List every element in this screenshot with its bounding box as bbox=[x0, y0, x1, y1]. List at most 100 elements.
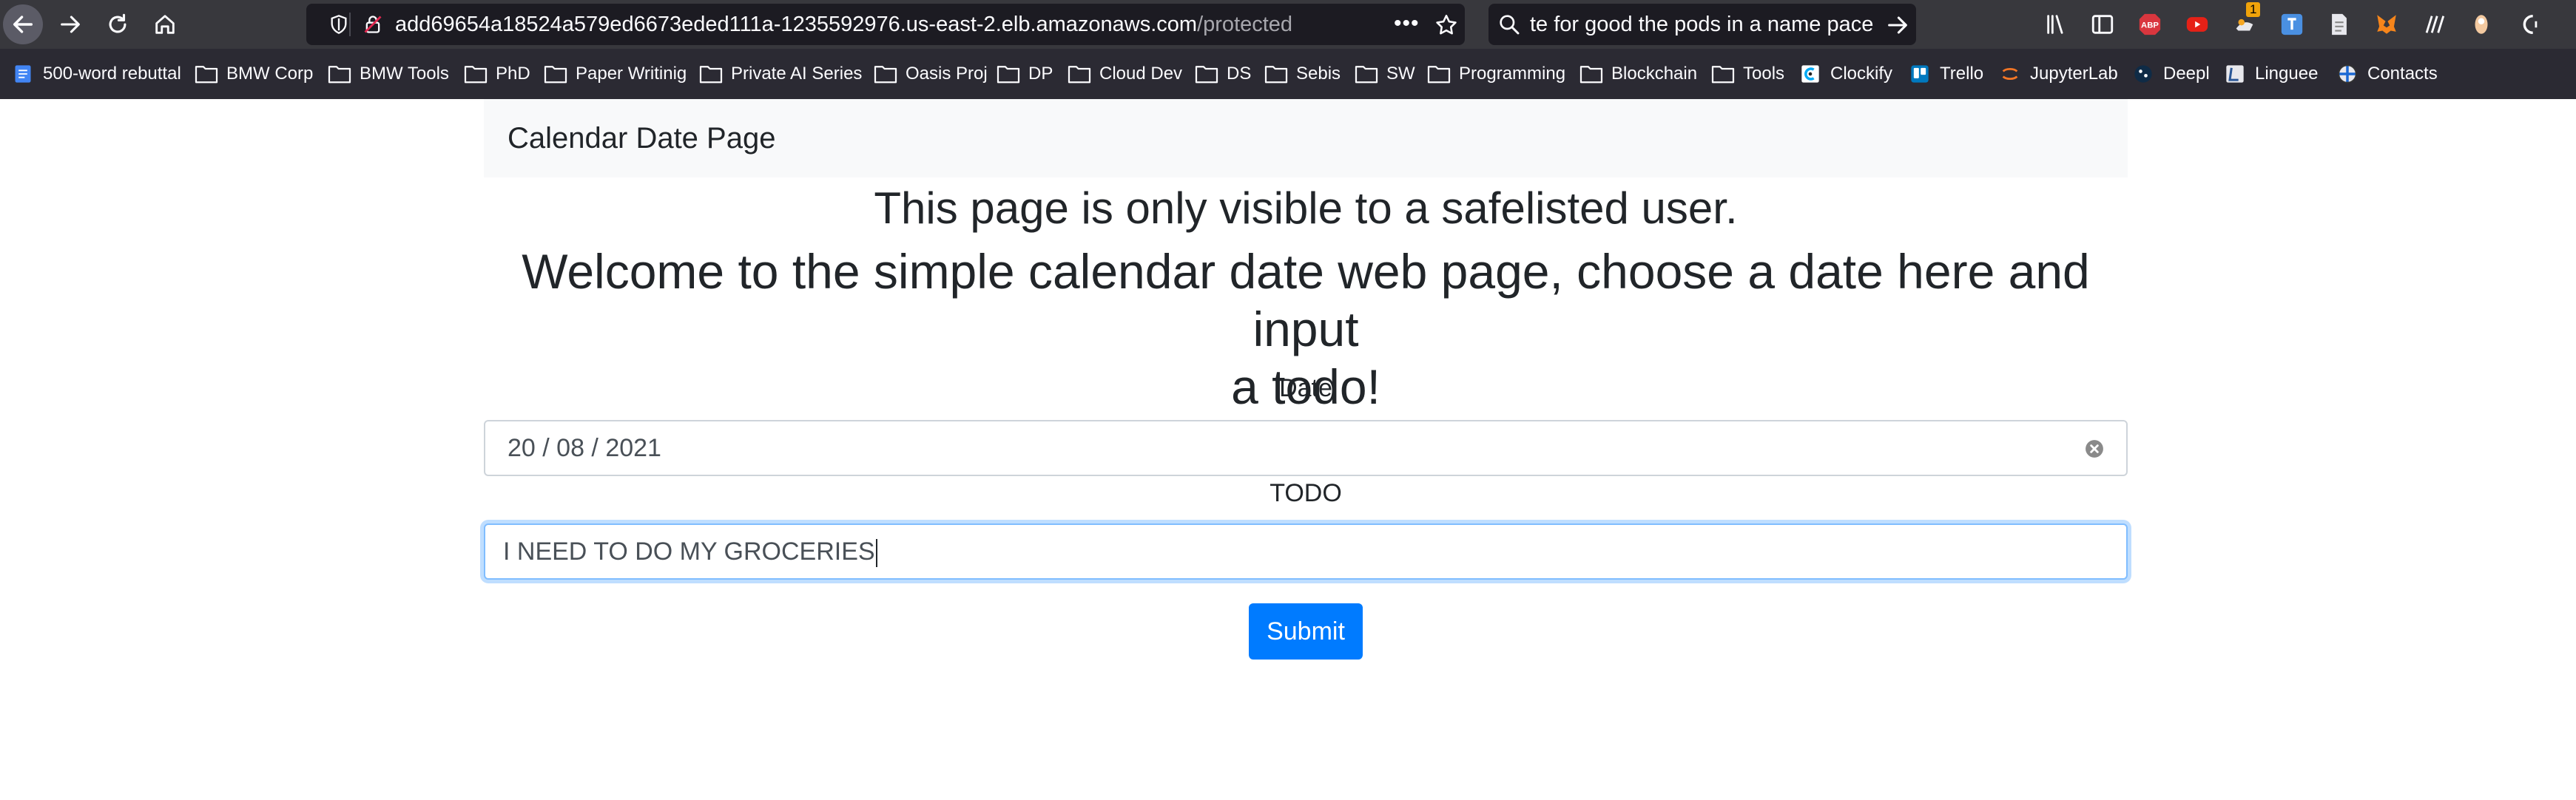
bookmark-folder[interactable]: Blockchain bbox=[1579, 49, 1697, 99]
search-text[interactable]: te for good the pods in a name pace bbox=[1530, 4, 1885, 45]
search-go-arrow-icon[interactable] bbox=[1885, 13, 1910, 38]
home-icon bbox=[155, 15, 175, 34]
date-input[interactable]: 20 / 08 / 2021 bbox=[484, 420, 2128, 476]
bookmark-label: Linguee bbox=[2255, 64, 2319, 84]
svg-text:ABP: ABP bbox=[2141, 21, 2159, 30]
deepl-icon bbox=[2134, 65, 2152, 83]
trello-icon bbox=[1911, 65, 1929, 83]
insecure-lock-icon[interactable] bbox=[363, 14, 383, 35]
folder-icon bbox=[1711, 66, 1735, 84]
todo-value: I NEED TO DO MY GROCERIES bbox=[503, 538, 875, 566]
submit-button[interactable]: Submit bbox=[1249, 603, 1363, 660]
welcome-line-1: Welcome to the simple calendar date web … bbox=[522, 244, 2090, 356]
folder-icon bbox=[997, 66, 1020, 84]
bookmark-label: Blockchain bbox=[1611, 64, 1698, 84]
folder-icon bbox=[874, 66, 897, 84]
jupyter-icon bbox=[2002, 67, 2018, 81]
bookmark-item[interactable]: Clockify bbox=[1798, 49, 1892, 99]
bookmark-label: Programming bbox=[1459, 64, 1566, 84]
bookmark-folder[interactable]: Sebis bbox=[1264, 49, 1341, 99]
bookmark-label: 500-word rebuttal bbox=[43, 64, 181, 84]
forward-button[interactable] bbox=[50, 4, 90, 44]
bookmark-label: JupyterLab bbox=[2030, 64, 2118, 84]
docs-icon bbox=[15, 65, 31, 83]
bookmark-item[interactable]: 500-word rebuttal bbox=[10, 49, 181, 99]
clockify-icon bbox=[1801, 65, 1819, 83]
zotero-icon[interactable] bbox=[2421, 11, 2447, 38]
sidebar-icon[interactable] bbox=[2089, 11, 2116, 38]
extension-badge: 1 bbox=[2246, 2, 2261, 17]
bookmark-item[interactable]: Deepl bbox=[2131, 49, 2210, 99]
folder-icon bbox=[195, 66, 218, 84]
todo-input[interactable]: I NEED TO DO MY GROCERIES bbox=[484, 523, 2128, 580]
search-bar[interactable]: te for good the pods in a name pace bbox=[1488, 4, 1916, 45]
folder-icon bbox=[328, 66, 351, 84]
bookmark-item[interactable]: Contacts bbox=[2335, 49, 2438, 99]
home-button[interactable] bbox=[145, 4, 185, 44]
bookmark-folder[interactable]: BMW Tools bbox=[327, 49, 449, 99]
browser-toolbar: add69654a18524a579ed6673eded111a-1235592… bbox=[0, 0, 2576, 49]
extension-icon-2[interactable] bbox=[2468, 11, 2495, 38]
bookmark-folder[interactable]: BMW Corp bbox=[194, 49, 313, 99]
bookmark-label: BMW Tools bbox=[360, 64, 449, 84]
extension-icon[interactable]: 1 bbox=[2231, 2, 2261, 38]
folder-icon bbox=[1355, 66, 1378, 84]
back-arrow-icon bbox=[13, 16, 33, 33]
url-bar[interactable]: add69654a18524a579ed6673eded111a-1235592… bbox=[306, 4, 1465, 45]
translate-icon[interactable] bbox=[2279, 11, 2305, 38]
bookmark-label: Cloud Dev bbox=[1099, 64, 1183, 84]
bookmark-label: Contacts bbox=[2367, 64, 2438, 84]
bookmark-label: Trello bbox=[1940, 64, 1984, 84]
bookmark-folder[interactable]: Paper Writinig bbox=[543, 49, 687, 99]
bookmarks-bar: 500-word rebuttal BMW Corp BMW Tools PhD… bbox=[0, 49, 2576, 99]
bookmark-label: Tools bbox=[1743, 64, 1785, 84]
folder-icon bbox=[544, 66, 567, 84]
youtube-icon[interactable] bbox=[2184, 11, 2211, 38]
bookmark-label: Oasis Proj bbox=[906, 64, 988, 84]
folder-icon bbox=[1579, 66, 1603, 84]
bookmark-folder[interactable]: Programming bbox=[1426, 49, 1565, 99]
safelist-heading: This page is only visible to a safeliste… bbox=[874, 183, 1738, 233]
bookmark-folder[interactable]: DP bbox=[996, 49, 1053, 99]
bookmark-label: Clockify bbox=[1830, 64, 1893, 84]
bookmark-label: PhD bbox=[496, 64, 530, 84]
reader-icon[interactable] bbox=[2326, 11, 2353, 38]
bookmark-label: SW bbox=[1386, 64, 1415, 84]
navbar-brand[interactable]: Calendar Date Page bbox=[508, 99, 775, 177]
adblock-icon[interactable]: ABP bbox=[2137, 11, 2163, 38]
bookmark-item[interactable]: Linguee bbox=[2222, 49, 2318, 99]
bookmark-star-icon[interactable] bbox=[1434, 13, 1459, 38]
linguee-icon bbox=[2226, 65, 2244, 83]
folder-icon bbox=[1264, 66, 1288, 84]
forward-arrow-icon bbox=[61, 16, 80, 33]
bookmark-folder[interactable]: Cloud Dev bbox=[1067, 49, 1182, 99]
bookmark-label: Deepl bbox=[2163, 64, 2210, 84]
bookmark-label: Sebis bbox=[1296, 64, 1341, 84]
clear-date-icon[interactable] bbox=[2085, 439, 2104, 458]
extension-icon-3[interactable] bbox=[2515, 11, 2542, 38]
bookmark-folder[interactable]: Tools bbox=[1710, 49, 1784, 99]
bookmark-folder[interactable]: Oasis Proj bbox=[873, 49, 988, 99]
folder-icon bbox=[1427, 66, 1451, 84]
reload-button[interactable] bbox=[98, 4, 138, 44]
tracking-shield-icon[interactable] bbox=[328, 14, 349, 35]
back-button[interactable] bbox=[3, 4, 43, 44]
bookmark-folder[interactable]: Private AI Series bbox=[698, 49, 862, 99]
date-value: 20 / 08 / 2021 bbox=[508, 434, 661, 462]
page-actions-menu[interactable]: ••• bbox=[1394, 11, 1420, 36]
folder-icon bbox=[1195, 66, 1218, 84]
folder-icon bbox=[1068, 66, 1091, 84]
bookmark-folder[interactable]: DS bbox=[1194, 49, 1251, 99]
library-icon[interactable] bbox=[2043, 11, 2070, 38]
todo-value-wrap: I NEED TO DO MY GROCERIES bbox=[503, 525, 877, 578]
bookmark-item[interactable]: JupyterLab bbox=[1997, 49, 2118, 99]
text-caret bbox=[875, 539, 877, 568]
bookmark-folder[interactable]: PhD bbox=[463, 49, 530, 99]
url-text[interactable]: add69654a18524a579ed6673eded111a-1235592… bbox=[395, 4, 1292, 45]
bookmark-item[interactable]: Trello bbox=[1907, 49, 1983, 99]
metamask-icon[interactable] bbox=[2373, 11, 2400, 38]
folder-icon bbox=[464, 66, 488, 84]
url-host: add69654a18524a579ed6673eded111a-1235592… bbox=[395, 13, 1198, 36]
date-label: Date bbox=[1279, 374, 1332, 402]
bookmark-folder[interactable]: SW bbox=[1354, 49, 1415, 99]
